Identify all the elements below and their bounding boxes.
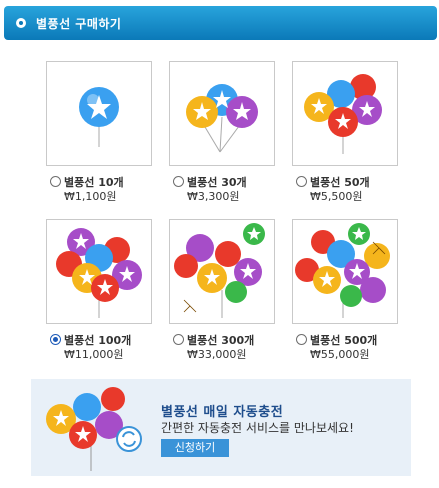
balloon-cluster-icon xyxy=(186,84,258,153)
balloon-cluster-icon xyxy=(46,387,142,471)
option-row[interactable]: 별풍선 50개 xyxy=(296,171,370,189)
banner-title: 별풍선 매일 자동충전 xyxy=(161,405,284,420)
option-price: ₩1,100원 xyxy=(64,190,117,203)
radio-button[interactable] xyxy=(173,334,184,345)
option-label: 별풍선 30개 xyxy=(187,175,247,189)
option-price: ₩5,500원 xyxy=(310,190,363,203)
option-price: ₩3,300원 xyxy=(187,190,240,203)
balloon-icon xyxy=(79,87,119,147)
radio-button-selected[interactable] xyxy=(50,334,61,345)
balloon-image xyxy=(46,61,152,166)
option-label: 별풍선 500개 xyxy=(310,333,378,347)
balloon-image xyxy=(46,219,152,324)
banner-subtitle: 간편한 자동충전 서비스를 만나보세요! xyxy=(161,421,354,435)
option-price: ₩33,000원 xyxy=(187,348,247,361)
balloon-cluster-icon xyxy=(295,223,390,318)
radio-button[interactable] xyxy=(296,176,307,187)
option-row[interactable]: 별풍선 300개 xyxy=(173,329,254,347)
balloon-image xyxy=(169,219,275,324)
auto-charge-banner[interactable]: 별풍선 매일 자동충전 간편한 자동충전 서비스를 만나보세요! 신청하기 xyxy=(31,379,411,476)
option-label: 별풍선 300개 xyxy=(187,333,255,347)
balloon-image xyxy=(292,219,398,324)
apply-button[interactable]: 신청하기 xyxy=(161,439,229,457)
product-item-50[interactable]: 별풍선 50개 ₩5,500원 xyxy=(292,61,398,203)
option-label: 별풍선 10개 xyxy=(64,175,124,189)
option-label: 별풍선 50개 xyxy=(310,175,370,189)
product-item-30[interactable]: 별풍선 30개 ₩3,300원 xyxy=(169,61,275,203)
option-label: 별풍선 100개 xyxy=(64,333,132,347)
option-row[interactable]: 별풍선 100개 xyxy=(50,329,131,347)
product-item-100[interactable]: 별풍선 100개 ₩11,000원 xyxy=(46,219,152,361)
section-header: 별풍선 구매하기 xyxy=(4,6,437,40)
balloon-cluster-icon xyxy=(174,223,265,318)
option-price: ₩11,000원 xyxy=(64,348,124,361)
balloon-cluster-icon xyxy=(56,228,142,318)
radio-button[interactable] xyxy=(173,176,184,187)
radio-button[interactable] xyxy=(296,334,307,345)
radio-button[interactable] xyxy=(50,176,61,187)
radio-dot-icon xyxy=(16,18,26,28)
balloon-image xyxy=(169,61,275,166)
option-row[interactable]: 별풍선 30개 xyxy=(173,171,247,189)
option-price: ₩55,000원 xyxy=(310,348,370,361)
product-item-10[interactable]: 별풍선 10개 ₩1,100원 xyxy=(46,61,152,203)
product-item-300[interactable]: 별풍선 300개 ₩33,000원 xyxy=(169,219,275,361)
balloon-image xyxy=(292,61,398,166)
section-title: 별풍선 구매하기 xyxy=(36,17,122,31)
option-row[interactable]: 별풍선 500개 xyxy=(296,329,377,347)
option-row[interactable]: 별풍선 10개 xyxy=(50,171,124,189)
product-item-500[interactable]: 별풍선 500개 ₩55,000원 xyxy=(292,219,398,361)
balloon-cluster-icon xyxy=(304,74,382,154)
